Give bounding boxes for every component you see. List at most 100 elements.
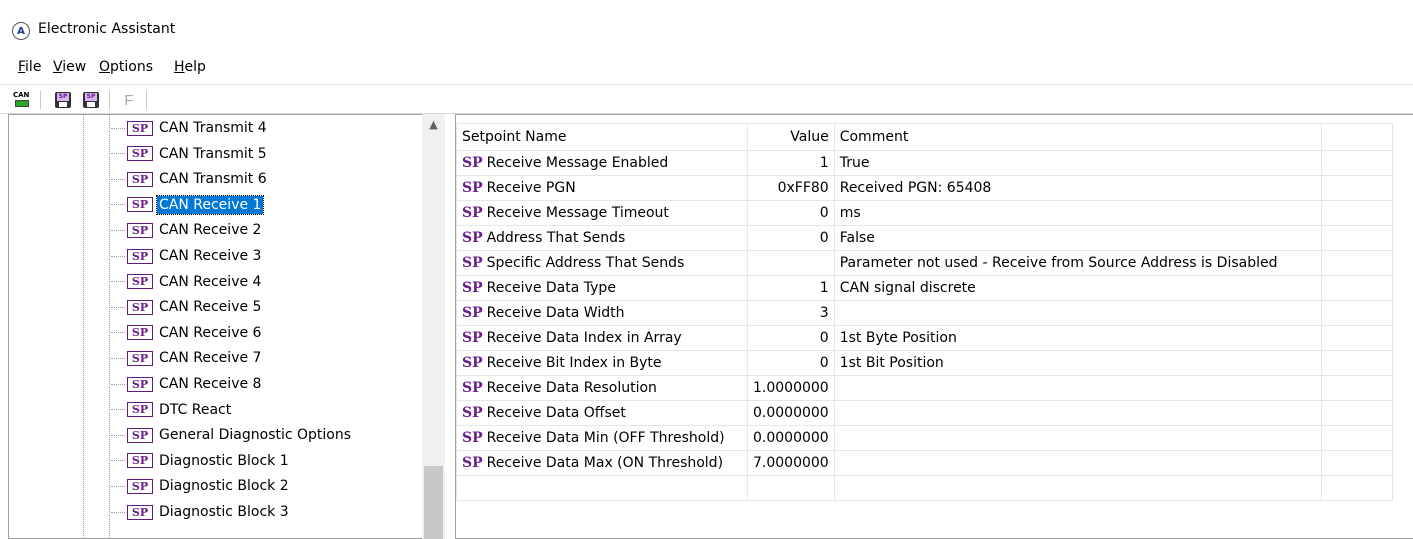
menu-view[interactable]: View <box>53 59 86 75</box>
save-setpoint-file-button[interactable]: SP <box>80 89 102 111</box>
tree-item-label[interactable]: CAN Transmit 6 <box>157 170 269 188</box>
setpoint-value-cell[interactable]: 0 <box>747 350 835 376</box>
setpoint-icon: SP <box>462 255 483 271</box>
table-row[interactable]: SP Receive Bit Index in Byte 0 1st Bit Posi… <box>456 350 1393 376</box>
setpoint-name-cell[interactable]: SP Receive Data Width <box>456 300 748 326</box>
setpoint-value-cell[interactable]: 0 <box>747 325 835 351</box>
table-row[interactable]: SP Address That Sends 0 False <box>456 225 1393 251</box>
tree-item[interactable]: SP General Diagnostic Options <box>111 425 353 445</box>
table-row[interactable]: SP Receive Data Width 3 <box>456 300 1393 326</box>
setpoint-value-cell[interactable]: 1 <box>747 150 835 176</box>
tree-item[interactable]: SP Diagnostic Block 2 <box>111 476 291 496</box>
setpoint-icon: SP <box>127 248 153 264</box>
table-row[interactable]: SP Receive Data Max (ON Threshold) 7.00000… <box>456 450 1393 476</box>
setpoint-name-cell[interactable]: SP Address That Sends <box>456 225 748 251</box>
setpoint-name-cell[interactable]: SP Receive Data Min (OFF Threshold) <box>456 425 748 451</box>
setpoint-value-cell[interactable] <box>747 250 835 276</box>
scrollbar-thumb[interactable] <box>424 466 443 539</box>
table-row[interactable]: SP Receive Data Type 1 CAN signal discrete <box>456 275 1393 301</box>
tree-item[interactable]: SP CAN Receive 4 <box>111 272 263 292</box>
tree-item[interactable]: SP Diagnostic Block 3 <box>111 502 291 522</box>
setpoint-name-cell[interactable]: SP Receive Data Max (ON Threshold) <box>456 450 748 476</box>
setpoint-value-cell[interactable]: 7.0000000 <box>747 450 835 476</box>
menu-options[interactable]: Options <box>99 59 153 75</box>
table-row[interactable]: SP Receive PGN 0xFF80 Received PGN: 65408 <box>456 175 1393 201</box>
open-setpoint-file-button[interactable]: SP <box>52 89 74 111</box>
table-row[interactable]: SP Specific Address That Sends Parameter n… <box>456 250 1393 276</box>
tree-item-label[interactable]: Diagnostic Block 2 <box>157 477 291 495</box>
tree-connector <box>111 460 125 462</box>
table-row[interactable]: SP Receive Data Offset 0.0000000 <box>456 400 1393 426</box>
scroll-up-icon[interactable]: ▲ <box>422 114 445 134</box>
table-row[interactable]: SP Receive Message Enabled 1 True <box>456 150 1393 176</box>
column-header-setpoint-name[interactable]: Setpoint Name <box>456 123 748 151</box>
setpoint-name-cell[interactable]: SP Receive Bit Index in Byte <box>456 350 748 376</box>
setpoint-value-cell[interactable]: 0.0000000 <box>747 400 835 426</box>
tree-item-label[interactable]: CAN Transmit 5 <box>157 145 269 163</box>
tree-item-label[interactable]: CAN Receive 2 <box>157 221 263 239</box>
table-row[interactable]: SP Receive Data Index in Array 0 1st Byte P… <box>456 325 1393 351</box>
table-row[interactable]: SP Receive Message Timeout 0 ms <box>456 200 1393 226</box>
setpoint-name-cell[interactable]: SP Receive Data Type <box>456 275 748 301</box>
flash-button[interactable]: F <box>118 89 140 111</box>
tree-item-label[interactable]: DTC React <box>157 401 233 419</box>
tree-item[interactable]: SP CAN Receive 3 <box>111 246 263 266</box>
menu-file[interactable]: File <box>18 59 41 75</box>
setpoint-name: Receive Data Offset <box>486 405 626 421</box>
setpoint-value-cell[interactable]: 3 <box>747 300 835 326</box>
setpoint-name-cell[interactable]: SP Receive Data Index in Array <box>456 325 748 351</box>
setpoint-value-cell[interactable]: 1.0000000 <box>747 375 835 401</box>
setpoint-icon: SP <box>462 205 483 221</box>
tree-item[interactable]: SP CAN Receive 2 <box>111 220 263 240</box>
setpoint-name-cell[interactable]: SP Specific Address That Sends <box>456 250 748 276</box>
column-header-value[interactable]: Value <box>747 123 835 151</box>
tree-item[interactable]: SP CAN Receive 5 <box>111 297 263 317</box>
setpoint-name-cell[interactable]: SP Receive Message Enabled <box>456 150 748 176</box>
table-header-row: Setpoint Name Value Comment <box>456 123 1393 151</box>
setpoint-name-cell[interactable]: SP Receive PGN <box>456 175 748 201</box>
setpoint-name-cell[interactable]: SP Receive Data Resolution <box>456 375 748 401</box>
setpoint-comment-cell: 1st Byte Position <box>833 325 1322 351</box>
column-header-empty <box>1320 123 1393 151</box>
tree-scrollbar[interactable]: ▲ <box>422 114 445 539</box>
setpoint-name-cell[interactable]: SP Receive Message Timeout <box>456 200 748 226</box>
tree-item-label[interactable]: Diagnostic Block 1 <box>157 452 291 470</box>
setpoint-value-cell[interactable]: 0.0000000 <box>747 425 835 451</box>
setpoint-name-cell[interactable]: SP Receive Data Offset <box>456 400 748 426</box>
table-row[interactable]: SP Receive Data Min (OFF Threshold) 0.0000… <box>456 425 1393 451</box>
setpoint-value-cell[interactable]: 1 <box>747 275 835 301</box>
empty-cell <box>1320 400 1393 426</box>
tree-item-label[interactable]: CAN Receive 1 <box>155 194 265 215</box>
table-row[interactable]: SP Receive Data Resolution 1.0000000 <box>456 375 1393 401</box>
tree-item[interactable]: SP CAN Transmit 4 <box>111 118 269 138</box>
tree-item[interactable]: SP DTC React <box>111 400 233 420</box>
tree-item-label[interactable]: CAN Receive 3 <box>157 247 263 265</box>
setpoint-tree[interactable]: SP CAN Transmit 4 SP CAN Transmit 5 SP CAN Tr… <box>8 114 445 539</box>
tree-item-label[interactable]: CAN Receive 4 <box>157 273 263 291</box>
tree-item[interactable]: SP CAN Receive 8 <box>111 374 263 394</box>
tree-item[interactable]: SP CAN Transmit 6 <box>111 169 269 189</box>
tree-item[interactable]: SP CAN Receive 1 <box>111 194 265 215</box>
tree-item[interactable]: SP CAN Transmit 5 <box>111 144 269 164</box>
tree-item-label[interactable]: CAN Receive 5 <box>157 298 263 316</box>
column-header-comment[interactable]: Comment <box>833 123 1322 151</box>
setpoint-icon: SP <box>462 355 483 371</box>
menu-help[interactable]: Help <box>174 59 206 75</box>
tree-item[interactable]: SP Diagnostic Block 1 <box>111 451 291 471</box>
tree-item-label[interactable]: Diagnostic Block 3 <box>157 503 291 521</box>
tree-item-label[interactable]: General Diagnostic Options <box>157 426 353 444</box>
setpoint-value-cell[interactable]: 0xFF80 <box>747 175 835 201</box>
setpoint-icon: SP <box>462 430 483 446</box>
setpoint-icon: SP <box>127 299 153 315</box>
tree-item-label[interactable]: CAN Transmit 4 <box>157 119 269 137</box>
can-connect-button[interactable]: CAN <box>11 89 33 111</box>
tree-item-label[interactable]: CAN Receive 7 <box>157 349 263 367</box>
setpoint-value-cell[interactable]: 0 <box>747 200 835 226</box>
setpoint-name: Receive Data Min (OFF Threshold) <box>486 430 725 446</box>
setpoint-value-cell[interactable]: 0 <box>747 225 835 251</box>
setpoint-icon: SP <box>127 504 153 520</box>
tree-item[interactable]: SP CAN Receive 6 <box>111 323 263 343</box>
tree-item[interactable]: SP CAN Receive 7 <box>111 348 263 368</box>
tree-item-label[interactable]: CAN Receive 6 <box>157 324 263 342</box>
tree-item-label[interactable]: CAN Receive 8 <box>157 375 263 393</box>
